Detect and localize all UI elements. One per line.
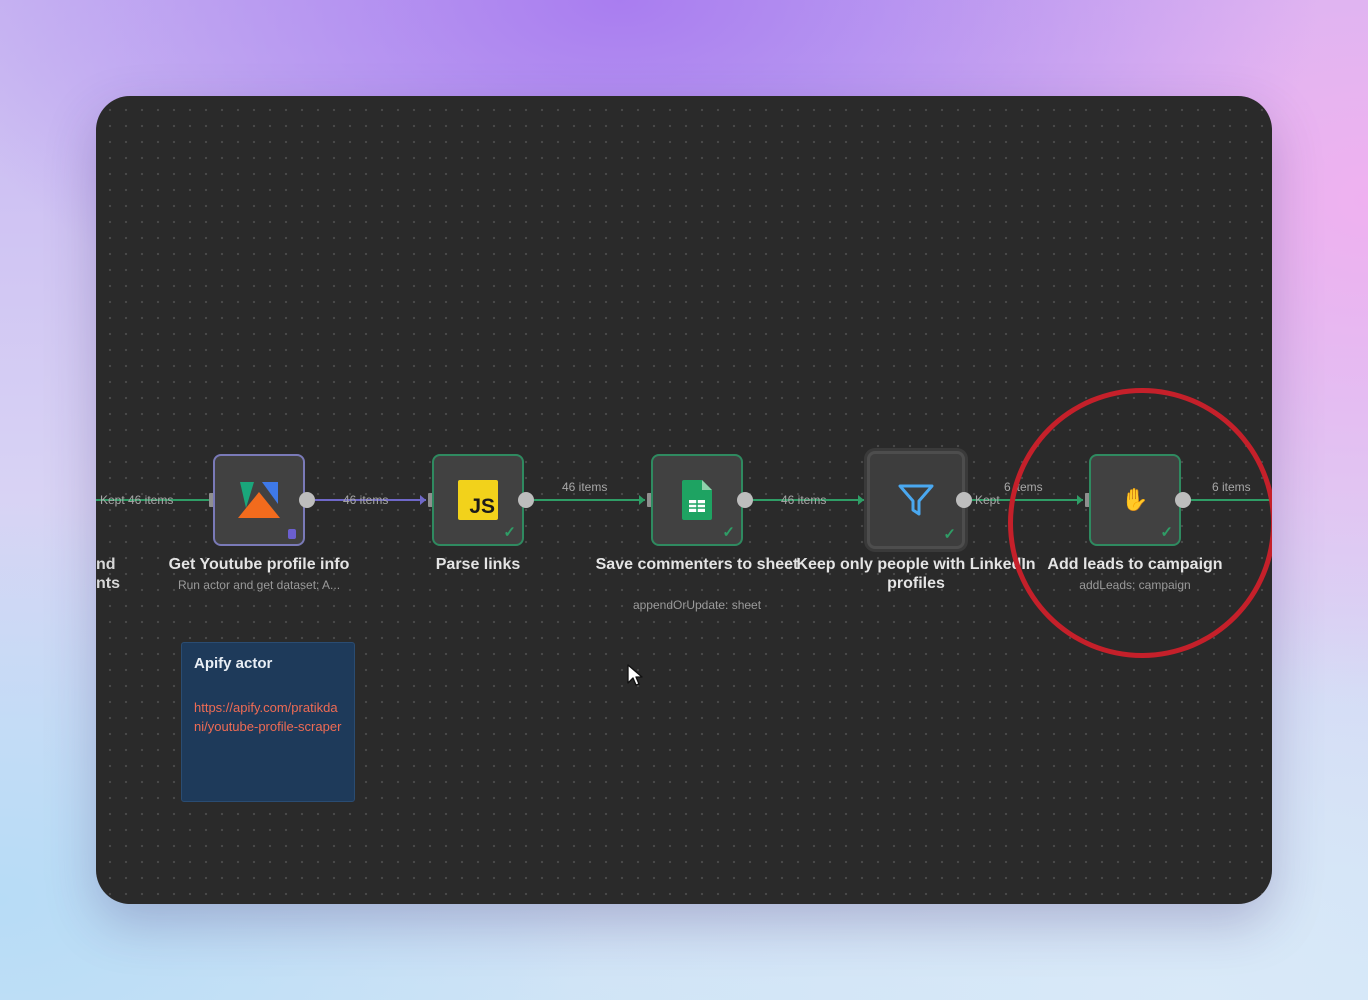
node-subtitle: Run actor and get dataset: A...	[177, 578, 341, 592]
queue-badge-icon	[288, 529, 296, 539]
node-title: Get Youtube profile info	[168, 556, 350, 573]
node-parse-links[interactable]: JS ✓	[432, 454, 524, 546]
node-filter-output-port[interactable]	[956, 492, 972, 508]
node-subtitle: appendOrUpdate: sheet	[632, 598, 762, 612]
node-title: Save commenters to sheet	[595, 556, 799, 573]
sticky-note-title: Apify actor	[194, 655, 273, 672]
edge-label-1: 46 items	[343, 493, 389, 507]
arrow-2	[639, 495, 645, 505]
edge-label-4-kept: Kept	[975, 493, 1000, 507]
node-title: Keep only people with LinkedIn profiles	[796, 556, 1036, 592]
sticky-note[interactable]: Apify actor https://apify.com/pratikdani…	[181, 642, 355, 802]
highlight-circle	[1008, 388, 1272, 658]
edge-label-3: 46 items	[781, 493, 827, 507]
node-get-youtube-profile-info[interactable]	[213, 454, 305, 546]
node-apify-output-port[interactable]	[299, 492, 315, 508]
sticky-note-link[interactable]: https://apify.com/pratikdani/youtube-pro…	[194, 698, 342, 736]
success-check-icon: ✓	[503, 524, 516, 541]
javascript-icon: JS	[458, 480, 498, 520]
success-check-icon: ✓	[943, 526, 956, 543]
apify-icon	[238, 482, 280, 518]
partial-node-line2: nts	[96, 575, 120, 592]
arrow-3	[858, 495, 864, 505]
partial-node-label: nd nts	[96, 555, 120, 593]
node-sheets-output-port[interactable]	[737, 492, 753, 508]
arrow-1	[420, 495, 426, 505]
node-js-output-port[interactable]	[518, 492, 534, 508]
google-sheets-icon	[682, 480, 712, 520]
workflow-canvas[interactable]: nd nts Kept 46 items 46 items 46 items 4…	[96, 96, 1272, 904]
partial-node-line1: nd	[96, 556, 116, 573]
edge-label-0: 46 items	[128, 493, 174, 507]
edge-label-kept: Kept	[100, 493, 125, 507]
mouse-cursor-icon	[627, 664, 643, 686]
filter-icon	[898, 484, 934, 516]
node-keep-only-linkedin[interactable]: ✓	[867, 451, 965, 549]
node-title: Parse links	[435, 556, 521, 573]
success-check-icon: ✓	[722, 524, 735, 541]
edge-label-2: 46 items	[562, 480, 608, 494]
node-save-commenters-to-sheet[interactable]: ✓	[651, 454, 743, 546]
javascript-icon-text: JS	[469, 495, 495, 518]
